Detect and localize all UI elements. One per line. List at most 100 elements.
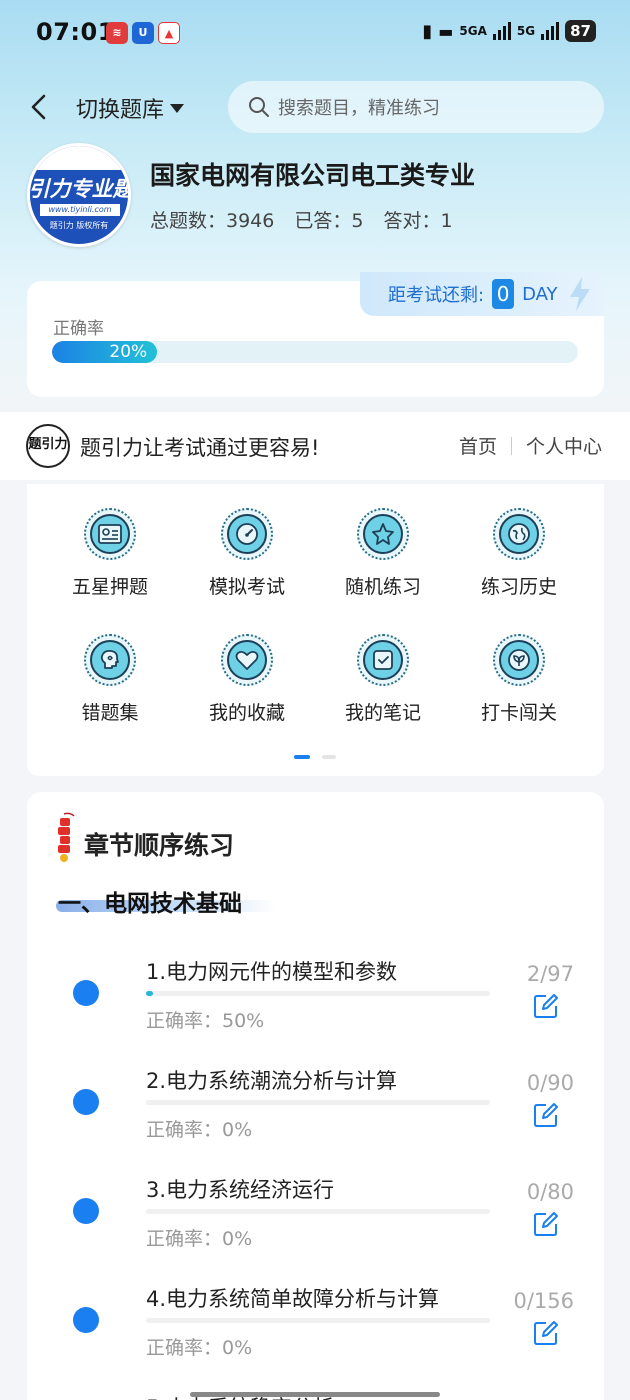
chapter-count: 0/156 xyxy=(513,1289,574,1313)
status-bar: 07:01 ≋ U ▲ ▮ ▬ 5GA 5G 87 xyxy=(0,0,630,68)
chapter-progress-bar xyxy=(146,1209,490,1214)
func-label: 错题集 xyxy=(81,702,139,724)
status-indicators: ▮ ▬ 5GA 5G 87 xyxy=(422,20,596,42)
countdown-label: 距考试还剩: xyxy=(388,285,485,306)
bank-title: 国家电网有限公司电工类专业 xyxy=(150,161,476,190)
id-card-icon xyxy=(90,514,130,554)
chapter-name: 1.电力网元件的模型和参数 xyxy=(146,960,398,984)
func-wrong-set[interactable]: 错题集 xyxy=(50,634,170,725)
func-label: 随机练习 xyxy=(344,576,421,598)
func-history[interactable]: 练习历史 xyxy=(459,508,579,599)
heart-icon xyxy=(227,640,267,680)
top-nav: 首页 个人中心 xyxy=(459,432,602,459)
bank-logo: 引力专业题 www.tiyinli.com 题引力 版权所有 xyxy=(27,143,131,247)
globe-icon xyxy=(499,514,539,554)
countdown-days: 0 xyxy=(492,279,515,309)
gauge-icon xyxy=(227,514,267,554)
bed-icon: ▬ xyxy=(438,21,454,41)
func-checkin[interactable]: 打卡闯关 xyxy=(459,634,579,725)
func-mock-exam[interactable]: 模拟考试 xyxy=(187,508,307,599)
signal-icon-1 xyxy=(492,22,511,40)
nav-home-link[interactable]: 首页 xyxy=(459,432,497,459)
chapter-count: 0/90 xyxy=(526,1071,574,1095)
caret-down-icon xyxy=(170,103,185,113)
chapter-accuracy: 正确率：0% xyxy=(146,1119,253,1141)
accuracy-progress-bar: 20% xyxy=(52,341,578,363)
star-pattern-icon xyxy=(363,514,403,554)
edit-icon[interactable] xyxy=(532,1210,560,1238)
func-label: 打卡闯关 xyxy=(480,702,557,724)
switch-bank-label: 切换题库 xyxy=(76,98,165,123)
pager-dot-active[interactable] xyxy=(294,755,310,759)
search-placeholder: 搜索题目，精准练习 xyxy=(278,98,440,119)
note-check-icon xyxy=(363,640,403,680)
firecracker-icon xyxy=(58,812,75,862)
chapter-status-dot xyxy=(73,980,99,1006)
edit-icon[interactable] xyxy=(532,1101,560,1129)
bank-stats: 总题数：3946 已答：5 答对：1 xyxy=(150,206,453,233)
search-icon xyxy=(249,97,269,117)
chapter-item[interactable]: 4.电力系统简单故障分析与计算 正确率：0% 0/156 xyxy=(0,1277,630,1377)
chapter-accuracy: 正确率：50% xyxy=(146,1010,265,1032)
func-label: 模拟考试 xyxy=(208,576,285,598)
red-app-icon: ▲ xyxy=(158,22,180,44)
section-heading: 一、电网技术基础 xyxy=(58,891,242,917)
brain-icon xyxy=(90,640,130,680)
chapter-status-dot xyxy=(73,1307,99,1333)
status-time: 07:01 xyxy=(36,18,115,46)
pager-dot[interactable] xyxy=(322,755,336,759)
search-input[interactable]: 搜索题目，精准练习 xyxy=(228,81,604,133)
chapter-progress-bar xyxy=(146,991,490,996)
chapter-status-dot xyxy=(73,1089,99,1115)
lightning-icon xyxy=(569,277,590,311)
app-notification-icon: ≋ xyxy=(106,22,128,44)
slogan-text: 题引力让考试通过更容易! xyxy=(80,436,320,460)
correct-count: 答对：1 xyxy=(383,210,453,232)
chapter-name: 3.电力系统经济运行 xyxy=(146,1178,335,1202)
edit-icon[interactable] xyxy=(532,1319,560,1347)
exam-countdown: 距考试还剩: 0 DAY xyxy=(360,272,604,316)
func-random-practice[interactable]: 随机练习 xyxy=(323,508,443,599)
brand-logo-icon: 题引力 xyxy=(26,424,70,468)
leaf-icon xyxy=(499,640,539,680)
func-favorites[interactable]: 我的收藏 xyxy=(187,634,307,725)
battery-indicator: 87 xyxy=(565,20,596,42)
home-indicator xyxy=(190,1392,440,1397)
func-label: 我的笔记 xyxy=(344,702,421,724)
accuracy-progress-fill: 20% xyxy=(52,341,158,363)
func-label: 我的收藏 xyxy=(208,702,285,724)
signal-icon-2 xyxy=(541,22,560,40)
total-questions: 总题数：3946 xyxy=(150,210,275,232)
func-label: 练习历史 xyxy=(480,576,557,598)
chapter-progress-bar xyxy=(146,1100,490,1105)
chapter-progress-bar xyxy=(146,1318,490,1323)
accuracy-label: 正确率 xyxy=(53,319,104,339)
network-label-2: 5G xyxy=(516,24,536,38)
chapter-progress-fill xyxy=(146,991,153,996)
shield-app-icon: U xyxy=(132,22,154,44)
chapter-count: 0/80 xyxy=(526,1180,574,1204)
chapter-name: 2.电力系统潮流分析与计算 xyxy=(146,1069,398,1093)
chapter-section-title: 章节顺序练习 xyxy=(84,831,235,860)
chapter-item[interactable]: 3.电力系统经济运行 正确率：0% 0/80 xyxy=(0,1168,630,1268)
network-label-1: 5GA xyxy=(459,24,487,38)
nav-profile-link[interactable]: 个人中心 xyxy=(526,432,602,459)
edit-icon[interactable] xyxy=(532,992,560,1020)
nav-divider xyxy=(510,436,512,455)
func-notes[interactable]: 我的笔记 xyxy=(323,634,443,725)
answered-count: 已答：5 xyxy=(294,210,364,232)
chevron-left-icon xyxy=(31,94,46,120)
chapter-status-dot xyxy=(73,1198,99,1224)
countdown-unit: DAY xyxy=(522,283,558,305)
chapter-accuracy: 正确率：0% xyxy=(146,1228,253,1250)
chapter-count: 2/97 xyxy=(526,962,574,986)
chapter-accuracy: 正确率：0% xyxy=(146,1337,253,1359)
vibrate-icon: ▮ xyxy=(422,20,433,42)
chapter-item[interactable]: 2.电力系统潮流分析与计算 正确率：0% 0/90 xyxy=(0,1059,630,1159)
chapter-item[interactable]: 1.电力网元件的模型和参数 正确率：50% 2/97 xyxy=(0,950,630,1050)
func-label: 五星押题 xyxy=(71,576,148,598)
func-five-star[interactable]: 五星押题 xyxy=(50,508,170,599)
chapter-name: 4.电力系统简单故障分析与计算 xyxy=(146,1287,440,1311)
back-button[interactable] xyxy=(28,92,52,122)
switch-bank-button[interactable]: 切换题库 xyxy=(76,92,185,124)
